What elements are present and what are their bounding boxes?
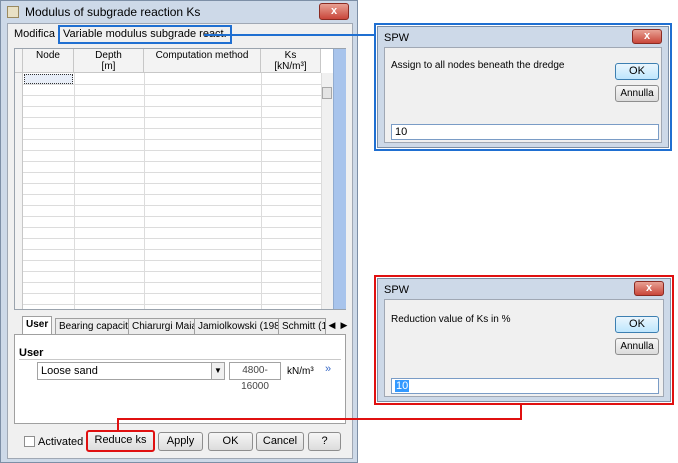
user-tab-panel: User Loose sand ▼ 4800-16000 kN/m³ » [14,334,346,424]
connector-line-red [520,404,522,420]
activated-checkbox[interactable] [24,436,35,447]
ok-button[interactable]: OK [615,63,659,80]
ks-table[interactable]: Node Depth [m] Computation method Ks [kN… [14,48,346,310]
chevron-down-icon[interactable]: ▼ [211,363,224,379]
reduce-ks-button[interactable]: Reduce ks [86,430,155,452]
tab-scroll-right-icon[interactable]: ▶ [337,318,351,332]
table-row [23,183,321,184]
ok-button[interactable]: OK [615,316,659,333]
table-row [23,260,321,261]
column-header-ks[interactable]: Ks [kN/m³] [261,49,321,73]
dialog-body: Assign to all nodes beneath the dredge O… [384,47,662,143]
window-title: Modulus of subgrade reaction Ks [25,5,201,19]
table-row [23,304,321,305]
tab-user[interactable]: User [22,316,53,334]
scrollbar-thumb[interactable] [322,87,332,99]
spw-reduction-dialog: SPW x Reduction value of Ks in % OK Annu… [377,278,671,402]
table-row [23,293,321,294]
column-label: Ks [284,50,297,61]
table-row [23,216,321,217]
window-client: Modifica Variable modulus subgrade react… [7,23,353,459]
tab-chiarurgi-maia[interactable]: Chiarurgi Maia [128,318,202,334]
dialog-title: SPW [384,284,410,296]
table-row [23,128,321,129]
column-divider [261,73,262,309]
menu-modify[interactable]: Modifica [10,26,59,42]
assign-value-input[interactable]: 10 [391,124,659,140]
ks-range-field[interactable]: 4800-16000 [229,362,281,392]
reduction-value-input[interactable]: 10 [391,378,659,394]
tab-bearing-capacity[interactable]: Bearing capacity [55,318,137,334]
column-header-node[interactable]: Node [23,49,74,73]
column-label: Computation method [155,50,249,61]
apply-button[interactable]: Apply [158,432,203,451]
assign-dialog-highlight: SPW x Assign to all nodes beneath the dr… [374,23,672,151]
dialog-title: SPW [384,32,410,44]
table-row [23,150,321,151]
close-button[interactable]: x [634,281,664,296]
help-button[interactable]: ? [308,432,341,451]
table-row [23,172,321,173]
table-row [23,84,321,85]
dialog-body: Reduction value of Ks in % OK Annulla 10 [384,299,664,397]
side-panel-bar [333,49,346,309]
table-row [23,139,321,140]
table-row [23,238,321,239]
column-header-method[interactable]: Computation method [144,49,261,73]
column-header-depth[interactable]: Depth [m] [74,49,144,73]
column-divider [74,73,75,309]
method-tabs: User Bearing capacity Chiarurgi Maia Jam… [14,316,347,334]
connector-line-blue [204,34,376,36]
column-label: Depth [95,50,122,61]
ks-window: Modulus of subgrade reaction Ks x Modifi… [0,0,358,463]
dialog-message: Assign to all nodes beneath the dredge [391,60,565,71]
activated-label: Activated [38,436,84,448]
table-row [23,249,321,250]
table-row [23,95,321,96]
connector-line-red [117,418,522,420]
ok-button[interactable]: OK [208,432,253,451]
table-row [23,271,321,272]
column-label: Node [36,50,60,61]
table-row [23,194,321,195]
tab-schmitt[interactable]: Schmitt (19 [278,318,326,334]
column-unit: [m] [101,61,116,72]
column-unit: [kN/m³] [274,61,307,72]
close-button[interactable]: x [632,29,662,44]
row-number-column [15,73,23,309]
table-row [23,106,321,107]
table-row [23,161,321,162]
ks-unit-label: kN/m³ [287,366,314,377]
table-row [23,227,321,228]
cancel-button[interactable]: Annulla [615,85,659,102]
selected-cell[interactable] [24,74,73,84]
cancel-button[interactable]: Cancel [256,432,304,451]
user-group-label: User [19,347,44,359]
selected-text: 10 [395,380,410,392]
expand-more-icon[interactable]: » [325,363,331,375]
table-row [23,117,321,118]
reduction-dialog-highlight: SPW x Reduction value of Ks in % OK Annu… [374,275,674,405]
app-icon [7,6,19,18]
spw-assign-dialog: SPW x Assign to all nodes beneath the dr… [377,26,669,148]
row-header-corner [15,49,23,73]
close-button[interactable]: x [319,3,349,20]
title-bar[interactable]: Modulus of subgrade reaction Ks x [1,1,357,23]
soil-type-select[interactable]: Loose sand [37,362,225,380]
cancel-button[interactable]: Annulla [615,338,659,355]
dialog-message: Reduction value of Ks in % [391,314,511,325]
vertical-scrollbar[interactable] [321,73,333,309]
table-row [23,282,321,283]
group-divider [19,359,341,360]
table-row [23,205,321,206]
column-divider [144,73,145,309]
